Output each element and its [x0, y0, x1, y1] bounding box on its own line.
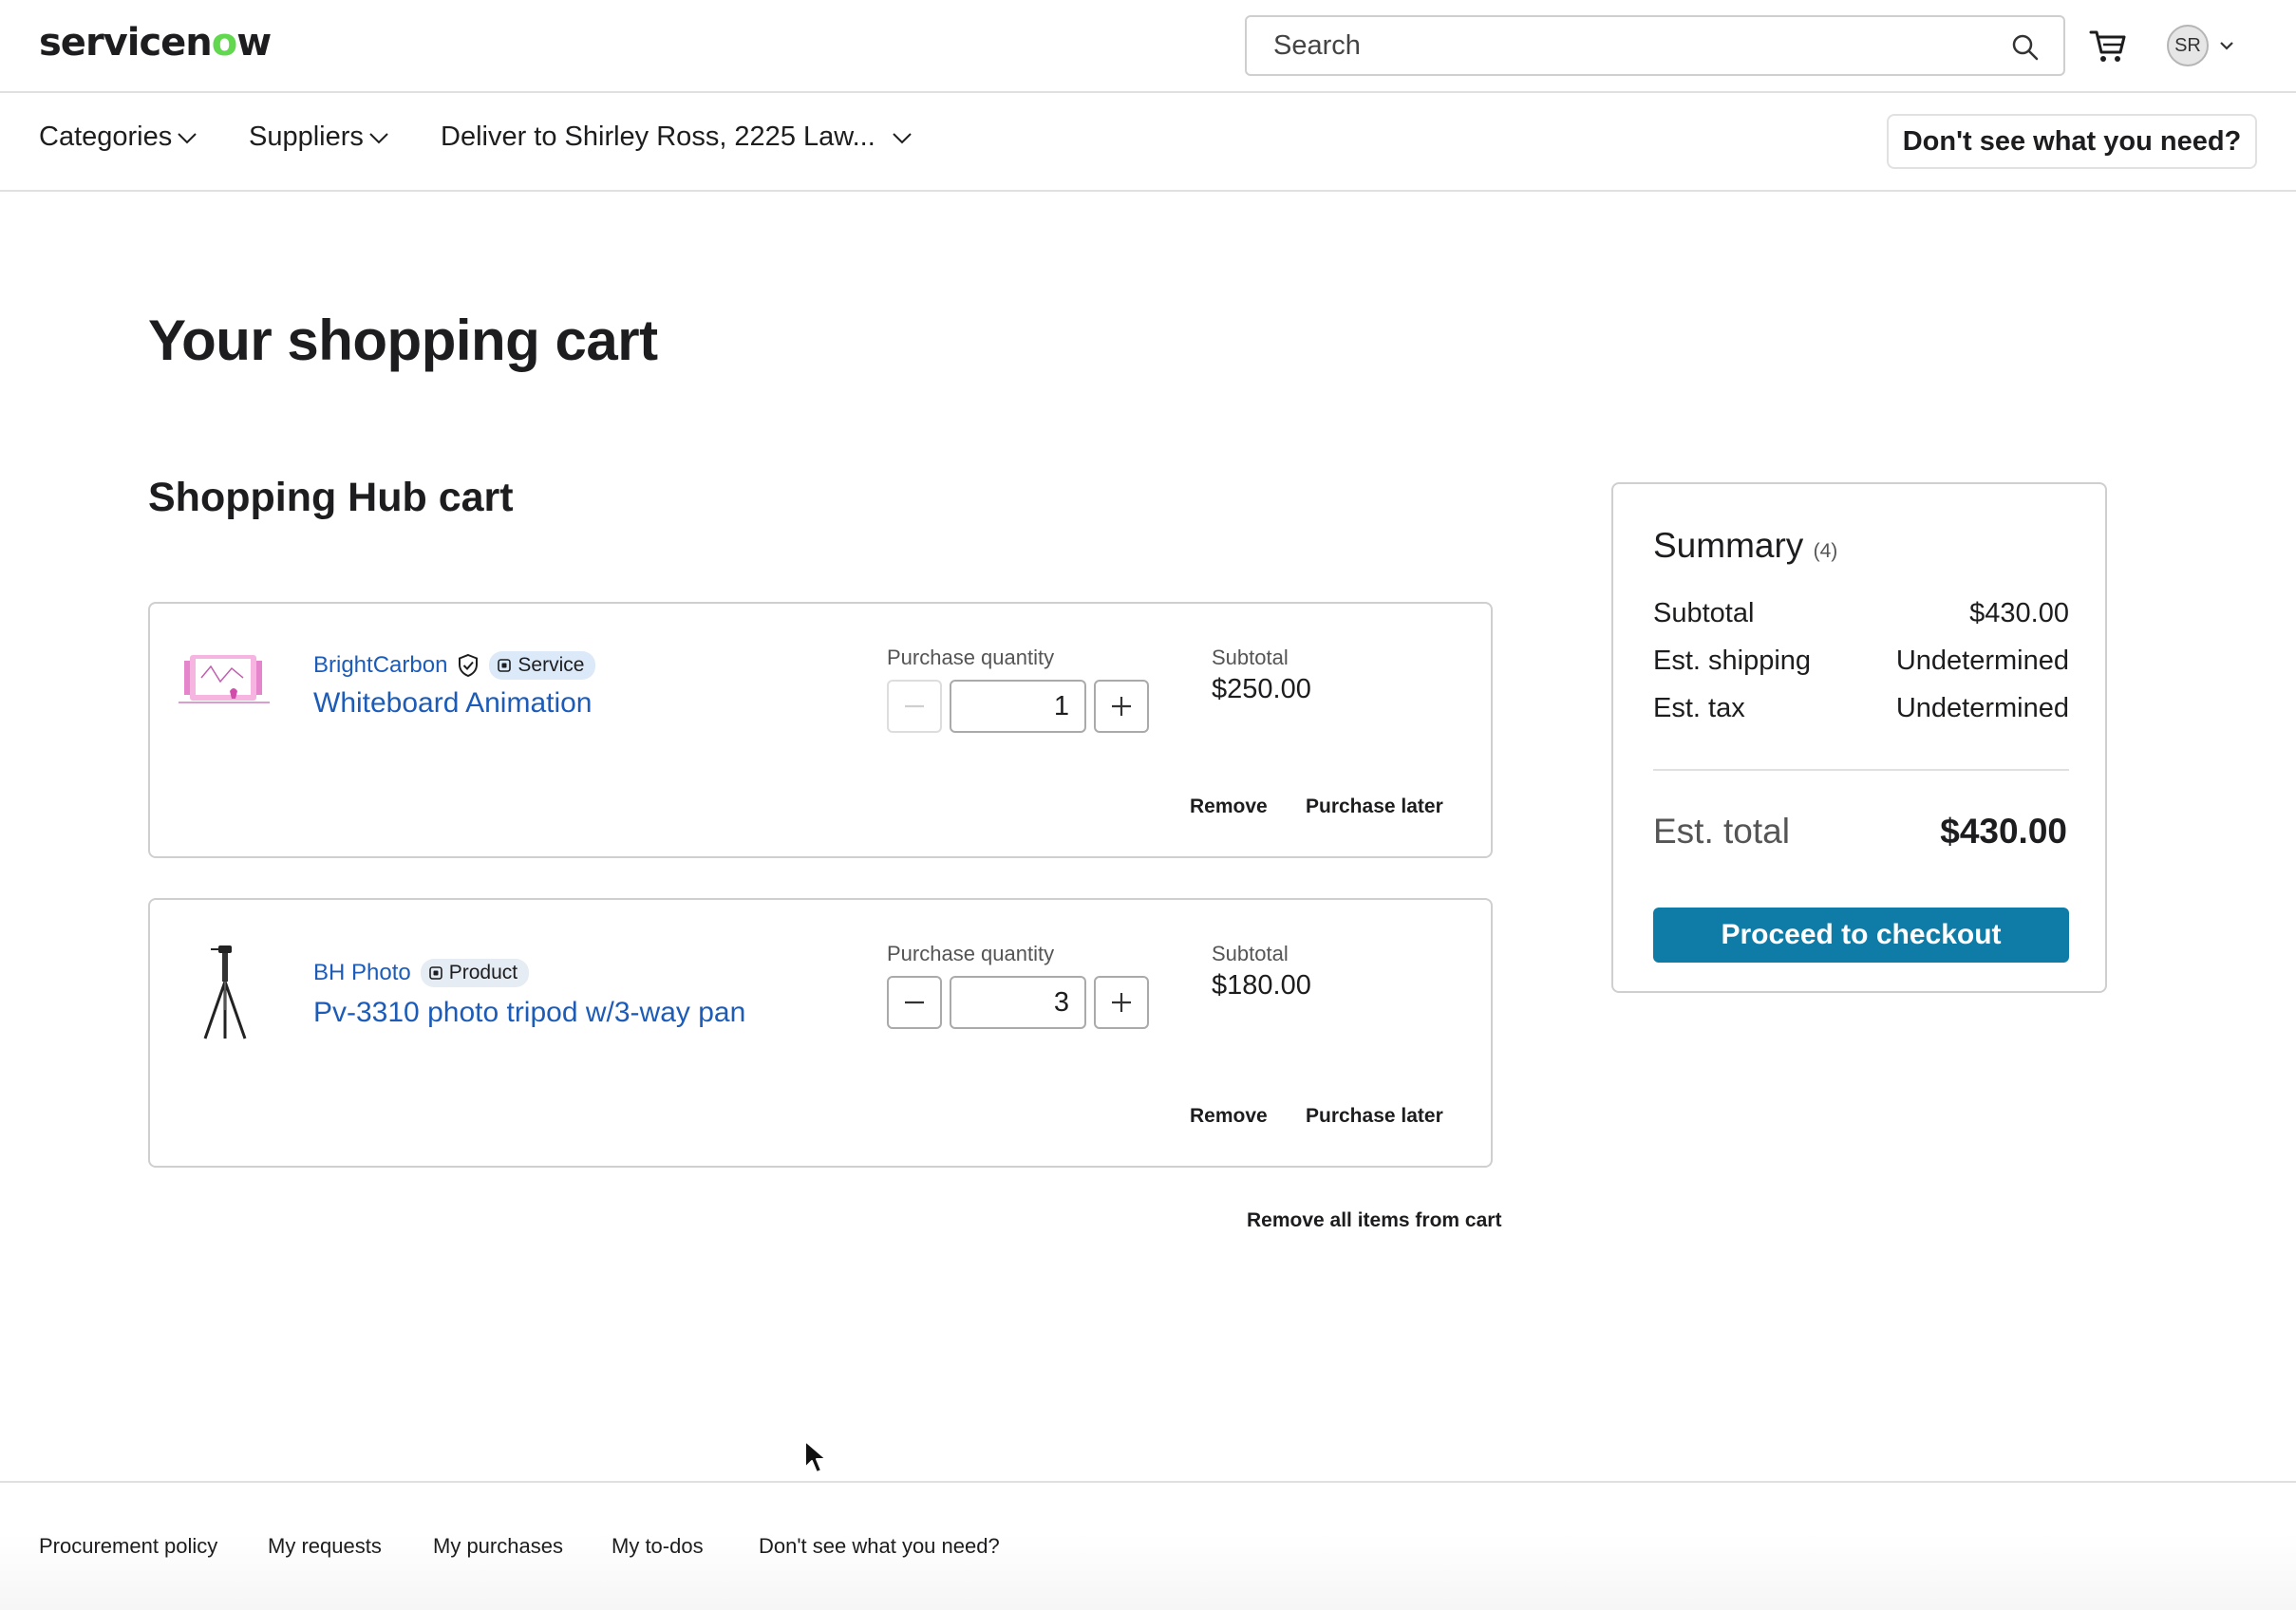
categories-label: Categories: [39, 122, 173, 152]
summary-total-value: $430.00: [1940, 812, 2067, 851]
summary-item-count: (4): [1813, 540, 1838, 562]
mouse-cursor-icon: [804, 1440, 827, 1473]
supplier-link[interactable]: BrightCarbon: [313, 652, 447, 679]
footer-link-dont-see-what-you-need[interactable]: Don't see what you need?: [759, 1534, 1000, 1559]
search-icon[interactable]: [2010, 32, 2041, 63]
purchase-quantity-label: Purchase quantity: [887, 646, 1055, 669]
item-title-link[interactable]: Whiteboard Animation: [313, 687, 593, 720]
page-title: Your shopping cart: [148, 309, 658, 372]
suppliers-label: Suppliers: [249, 122, 364, 152]
increment-quantity-button[interactable]: [1094, 976, 1149, 1029]
minus-icon: [905, 1001, 924, 1004]
nav-bar: Categories Suppliers Deliver to Shirley …: [0, 93, 2296, 192]
summary-total-label: Est. total: [1653, 812, 1790, 851]
subtotal-value: $180.00: [1212, 970, 1311, 1001]
product-badge: Product: [420, 959, 530, 987]
footer-link-my-todos[interactable]: My to-dos: [612, 1534, 704, 1559]
quantity-input[interactable]: [950, 976, 1086, 1029]
logo-text-suffix: w: [236, 21, 272, 65]
subtotal-label: Subtotal: [1212, 942, 1289, 965]
cart-item-card: BrightCarbon Service Whiteboard Animatio…: [148, 602, 1493, 858]
user-avatar[interactable]: SR: [2167, 25, 2209, 66]
summary-subtotal-value: $430.00: [1969, 598, 2069, 628]
subtotal-value: $250.00: [1212, 674, 1311, 704]
increment-quantity-button[interactable]: [1094, 680, 1149, 733]
supplier-row: BrightCarbon Service: [313, 651, 596, 680]
footer-link-procurement-policy[interactable]: Procurement policy: [39, 1534, 217, 1559]
summary-tax-label: Est. tax: [1653, 693, 1745, 723]
summary-title: Summary (4): [1653, 526, 1837, 566]
decrement-quantity-button[interactable]: [887, 976, 942, 1029]
purchase-quantity-label: Purchase quantity: [887, 942, 1055, 965]
suppliers-menu[interactable]: Suppliers: [249, 122, 390, 153]
whiteboard-animation-thumbnail[interactable]: [177, 649, 272, 710]
badge-label: Product: [448, 962, 518, 983]
summary-shipping-value: Undetermined: [1895, 646, 2069, 676]
summary-subtotal-label: Subtotal: [1653, 598, 1755, 628]
summary-subtotal-row: Subtotal $430.00: [1653, 598, 2069, 629]
footer-link-my-requests[interactable]: My requests: [268, 1534, 382, 1559]
summary-title-text: Summary: [1653, 526, 1804, 565]
footer-link-my-purchases[interactable]: My purchases: [433, 1534, 563, 1559]
remove-button[interactable]: Remove: [1190, 796, 1268, 818]
logo-text-o: o: [211, 21, 238, 65]
decrement-quantity-button[interactable]: [887, 680, 942, 733]
service-badge: Service: [489, 651, 596, 680]
remove-button[interactable]: Remove: [1190, 1105, 1268, 1128]
footer: Procurement policy My requests My purcha…: [0, 1481, 2296, 1610]
summary-tax-row: Est. tax Undetermined: [1653, 693, 2069, 724]
supplier-row: BH Photo Product: [313, 959, 530, 987]
badge-label: Service: [518, 654, 585, 676]
servicenow-logo[interactable]: servicenow: [39, 21, 272, 65]
minus-icon: [905, 704, 924, 708]
summary-tax-value: Undetermined: [1895, 693, 2069, 723]
search-input[interactable]: [1273, 27, 1995, 65]
tag-icon: [428, 966, 442, 980]
chevron-down-icon: [178, 132, 197, 143]
cart-icon[interactable]: [2087, 25, 2129, 66]
cart-item-card: BH Photo Product Pv-3310 photo tripod w/…: [148, 898, 1493, 1168]
section-title: Shopping Hub cart: [148, 475, 514, 520]
chevron-down-icon: [369, 132, 388, 143]
subtotal-label: Subtotal: [1212, 646, 1289, 669]
summary-divider: [1653, 769, 2069, 771]
shield-check-icon: [459, 653, 479, 678]
plus-icon: [1112, 697, 1131, 716]
plus-icon: [1112, 993, 1131, 1012]
item-title-link[interactable]: Pv-3310 photo tripod w/3-way pan: [313, 997, 745, 1029]
top-header: servicenow SR: [0, 0, 2296, 93]
purchase-later-button[interactable]: Purchase later: [1306, 796, 1443, 818]
order-summary-panel: Summary (4) Subtotal $430.00 Est. shippi…: [1611, 482, 2107, 993]
dont-see-what-you-need-button[interactable]: Don't see what you need?: [1887, 114, 2257, 169]
purchase-later-button[interactable]: Purchase later: [1306, 1105, 1443, 1128]
remove-all-items-button[interactable]: Remove all items from cart: [1247, 1209, 1501, 1232]
chevron-down-icon[interactable]: [2217, 36, 2236, 55]
summary-shipping-label: Est. shipping: [1653, 646, 1812, 676]
proceed-to-checkout-button[interactable]: Proceed to checkout: [1653, 908, 2069, 963]
tag-icon: [498, 659, 512, 672]
logo-text-prefix: servicen: [39, 21, 213, 65]
quantity-input[interactable]: [950, 680, 1086, 733]
tripod-thumbnail[interactable]: [177, 944, 272, 1042]
summary-shipping-row: Est. shipping Undetermined: [1653, 646, 2069, 677]
categories-menu[interactable]: Categories: [39, 122, 198, 153]
search-box: [1245, 15, 2065, 76]
deliver-to-menu[interactable]: Deliver to Shirley Ross, 2225 Law...: [441, 122, 919, 153]
supplier-link[interactable]: BH Photo: [313, 960, 411, 986]
deliver-to-label: Deliver to Shirley Ross, 2225 Law...: [441, 122, 875, 152]
chevron-down-icon: [893, 132, 912, 143]
